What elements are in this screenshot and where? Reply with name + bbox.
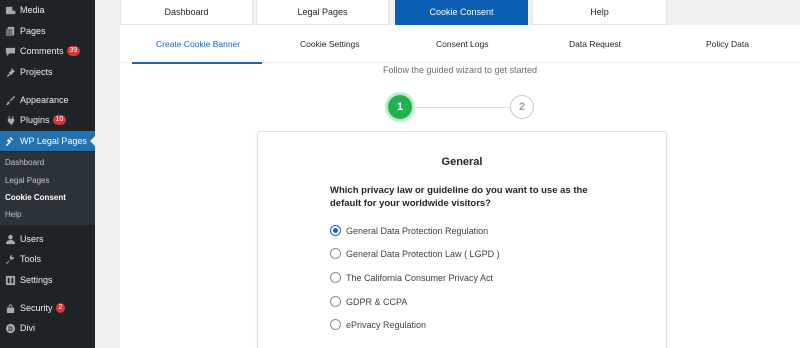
radio-button[interactable] xyxy=(330,319,341,330)
option-label: The California Consumer Privacy Act xyxy=(346,272,494,283)
sidebar-item-label: Divi xyxy=(20,323,35,333)
submenu-help[interactable]: Help xyxy=(5,210,21,219)
sidebar-item-security[interactable]: Security 2 xyxy=(0,298,95,318)
lock-icon xyxy=(4,302,16,314)
option-label: GDPR & CCPA xyxy=(346,296,408,307)
general-settings-card: General Which privacy law or guideline d… xyxy=(257,131,667,348)
pin-icon xyxy=(4,66,16,78)
sidebar-item-label: Settings xyxy=(20,275,53,285)
wizard-step-connector xyxy=(414,107,510,108)
plugin-icon xyxy=(4,114,16,126)
radio-button[interactable] xyxy=(330,272,341,283)
sidebar-item-comments[interactable]: Comments 39 xyxy=(0,41,95,61)
sidebar-item-label: Security xyxy=(20,303,53,313)
option-label: General Data Protection Regulation xyxy=(346,225,489,236)
svg-text:D: D xyxy=(8,325,13,332)
option-ccpa[interactable]: The California Consumer Privacy Act xyxy=(330,272,493,283)
wizard-step-2[interactable]: 2 xyxy=(510,95,534,119)
option-label: General Data Protection Law ( LGPD ) xyxy=(346,248,500,259)
security-count-badge: 2 xyxy=(55,303,66,313)
sidebar-item-projects[interactable]: Projects xyxy=(0,62,95,82)
users-icon xyxy=(4,233,16,245)
legal-pages-submenu: Dashboard Legal Pages Cookie Consent Hel… xyxy=(0,152,95,225)
option-gdpr-ccpa[interactable]: GDPR & CCPA xyxy=(330,296,407,307)
subtab-cookie-settings[interactable]: Cookie Settings xyxy=(300,39,360,49)
pages-icon xyxy=(4,25,16,37)
tab-cookie-consent[interactable]: Cookie Consent xyxy=(395,0,528,25)
sidebar-item-tools[interactable]: Tools xyxy=(0,249,95,269)
sidebar-item-label: Users xyxy=(20,234,44,244)
wizard-hint: Follow the guided wizard to get started xyxy=(382,65,538,75)
sidebar-item-plugins[interactable]: Plugins 10 xyxy=(0,110,95,130)
submenu-dashboard[interactable]: Dashboard xyxy=(5,158,44,167)
option-gdpr[interactable]: General Data Protection Regulation xyxy=(330,225,488,236)
submenu-cookie-consent[interactable]: Cookie Consent xyxy=(5,193,66,202)
comments-icon xyxy=(4,45,16,57)
radio-button[interactable] xyxy=(330,248,341,259)
privacy-law-question: Which privacy law or guideline do you wa… xyxy=(330,185,588,209)
sidebar-item-label: Pages xyxy=(20,26,46,36)
sidebar-item-divi[interactable]: D Divi xyxy=(0,318,95,338)
option-label: ePrivacy Regulation xyxy=(346,319,427,330)
sub-tabs: Create Cookie Banner Cookie Settings Con… xyxy=(120,25,800,64)
radio-button[interactable] xyxy=(330,225,341,236)
sidebar-item-label: Projects xyxy=(20,67,53,77)
main-content: Dashboard Legal Pages Cookie Consent Hel… xyxy=(95,0,800,348)
tab-dashboard[interactable]: Dashboard xyxy=(120,0,253,25)
sidebar-item-users[interactable]: Users xyxy=(0,229,95,249)
option-eprivacy[interactable]: ePrivacy Regulation xyxy=(330,319,426,330)
option-lgpd[interactable]: General Data Protection Law ( LGPD ) xyxy=(330,248,500,259)
radio-button[interactable] xyxy=(330,296,341,307)
plugins-count-badge: 10 xyxy=(52,115,67,125)
wrench-icon xyxy=(4,253,16,265)
main-tabs: Dashboard Legal Pages Cookie Consent Hel… xyxy=(120,0,800,25)
media-icon xyxy=(4,4,16,16)
tab-help[interactable]: Help xyxy=(532,0,667,25)
sidebar-item-appearance[interactable]: Appearance xyxy=(0,90,95,110)
sidebar-item-media[interactable]: Media xyxy=(0,0,95,20)
sidebar-item-pages[interactable]: Pages xyxy=(0,21,95,41)
active-subtab-indicator xyxy=(132,62,262,64)
sidebar-item-settings[interactable]: Settings xyxy=(0,270,95,290)
divi-icon: D xyxy=(4,322,16,334)
subtab-consent-logs[interactable]: Consent Logs xyxy=(436,39,488,49)
sidebar-item-label: Media xyxy=(20,5,45,15)
card-title: General xyxy=(441,156,483,168)
sidebar-item-label: Tools xyxy=(20,254,42,264)
sidebar-item-label: Plugins xyxy=(20,115,50,125)
submenu-legal-pages[interactable]: Legal Pages xyxy=(5,176,49,185)
sidebar-item-label: WP Legal Pages xyxy=(20,136,87,146)
sidebar-item-label: Appearance xyxy=(20,95,69,105)
subtab-create-cookie-banner[interactable]: Create Cookie Banner xyxy=(156,39,240,49)
subtab-data-request[interactable]: Data Request xyxy=(569,39,621,49)
paintbrush-icon xyxy=(4,94,16,106)
subtab-policy-data[interactable]: Policy Data xyxy=(706,39,749,49)
admin-sidebar: Media Pages Comments 39 Projects Appeara… xyxy=(0,0,95,348)
gavel-icon xyxy=(4,135,16,147)
settings-icon xyxy=(4,274,16,286)
tab-legal-pages[interactable]: Legal Pages xyxy=(256,0,389,25)
cookie-consent-panel: Create Cookie Banner Cookie Settings Con… xyxy=(120,25,800,348)
sidebar-item-label: Comments xyxy=(20,46,64,56)
wizard-step-1[interactable]: 1 xyxy=(388,95,412,119)
sidebar-item-wp-legal-pages[interactable]: WP Legal Pages xyxy=(0,131,95,151)
comments-count-badge: 39 xyxy=(66,46,81,56)
